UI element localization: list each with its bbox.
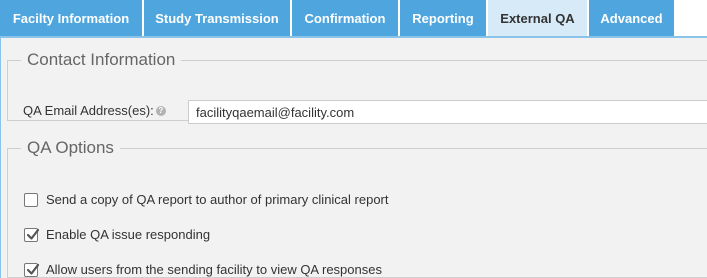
tab-study-transmission[interactable]: Study Transmission bbox=[144, 0, 290, 36]
option-send-copy[interactable]: Send a copy of QA report to author of pr… bbox=[24, 192, 389, 207]
tab-advanced[interactable]: Advanced bbox=[589, 0, 674, 36]
help-icon[interactable]: ? bbox=[155, 105, 166, 116]
qa-options-section: QA Options Send a copy of QA report to a… bbox=[7, 138, 707, 278]
tab-reporting[interactable]: Reporting bbox=[400, 0, 486, 36]
enable-responding-label: Enable QA issue responding bbox=[46, 227, 211, 242]
checkmark-icon bbox=[26, 228, 40, 240]
tab-confirmation[interactable]: Confirmation bbox=[292, 0, 398, 36]
qa-email-input[interactable] bbox=[188, 100, 707, 124]
option-enable-responding[interactable]: Enable QA issue responding bbox=[24, 227, 210, 242]
allow-view-label: Allow users from the sending facility to… bbox=[46, 262, 382, 277]
qa-options-legend: QA Options bbox=[27, 138, 114, 157]
tab-facility-information[interactable]: Facilty Information bbox=[0, 0, 142, 36]
allow-view-checkbox[interactable] bbox=[24, 262, 40, 277]
qa-email-label-row: QA Email Address(es): ? bbox=[23, 103, 166, 118]
tab-bar: Facilty Information Study Transmission C… bbox=[0, 0, 707, 36]
send-copy-checkbox[interactable] bbox=[24, 192, 38, 207]
contact-information-legend: Contact Information bbox=[27, 50, 176, 69]
qa-email-label: QA Email Address(es): bbox=[23, 103, 154, 118]
enable-responding-checkbox[interactable] bbox=[24, 227, 40, 242]
send-copy-label: Send a copy of QA report to author of pr… bbox=[46, 192, 389, 207]
contact-information-section: Contact Information QA Email Address(es)… bbox=[7, 50, 707, 124]
external-qa-panel: Contact Information QA Email Address(es)… bbox=[0, 38, 707, 278]
option-allow-view[interactable]: Allow users from the sending facility to… bbox=[24, 262, 382, 277]
tab-external-qa[interactable]: External QA bbox=[488, 0, 587, 36]
checkmark-icon bbox=[26, 263, 40, 275]
